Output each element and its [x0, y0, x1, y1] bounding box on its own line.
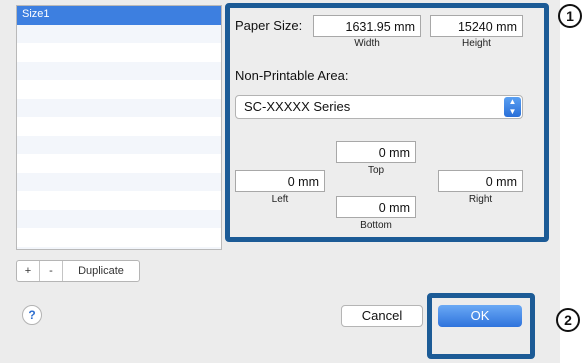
- size-list-item[interactable]: [17, 246, 221, 249]
- bottom-caption: Bottom: [360, 220, 392, 231]
- custom-paper-size-dialog: Size1 + - Duplicate Paper Size: 1631.95 …: [0, 0, 560, 363]
- size-list-item[interactable]: [17, 209, 221, 228]
- size-list-item[interactable]: [17, 80, 221, 99]
- size-list-item[interactable]: [17, 98, 221, 117]
- size-list-item[interactable]: Size1: [17, 6, 221, 25]
- printer-select[interactable]: SC-XXXXX Series ▲ ▼: [235, 95, 523, 119]
- printer-select-value: SC-XXXXX Series: [244, 99, 351, 114]
- callout-2: 2: [556, 308, 580, 332]
- duplicate-button[interactable]: Duplicate: [63, 261, 139, 281]
- help-button[interactable]: ?: [22, 305, 42, 325]
- paper-settings-panel: Paper Size: 1631.95 mm Width 15240 mm He…: [225, 3, 549, 242]
- paper-size-list[interactable]: Size1: [16, 5, 222, 250]
- size-list-item[interactable]: [17, 61, 221, 80]
- bottom-margin-field[interactable]: 0 mm: [336, 196, 416, 218]
- left-margin-field[interactable]: 0 mm: [235, 170, 325, 192]
- size-list-item[interactable]: [17, 117, 221, 136]
- paper-height-field[interactable]: 15240 mm: [430, 15, 523, 37]
- remove-size-button[interactable]: -: [40, 261, 63, 281]
- paper-size-label: Paper Size:: [235, 18, 303, 33]
- cancel-button[interactable]: Cancel: [341, 305, 423, 327]
- left-caption: Left: [271, 194, 289, 205]
- size-list-item[interactable]: [17, 228, 221, 247]
- add-size-button[interactable]: +: [17, 261, 40, 281]
- size-list-item[interactable]: [17, 191, 221, 210]
- height-caption: Height: [462, 38, 491, 49]
- list-button-group: + - Duplicate: [16, 260, 140, 282]
- size-list-item[interactable]: [17, 43, 221, 62]
- top-margin-field[interactable]: 0 mm: [336, 141, 416, 163]
- paper-width-field[interactable]: 1631.95 mm: [313, 15, 421, 37]
- width-caption: Width: [354, 38, 380, 49]
- right-caption: Right: [468, 194, 493, 205]
- non-printable-area-label: Non-Printable Area:: [235, 68, 349, 83]
- top-caption: Top: [367, 165, 385, 176]
- up-down-arrows-icon: ▲ ▼: [504, 97, 521, 117]
- size-list-item[interactable]: [17, 172, 221, 191]
- right-margin-field[interactable]: 0 mm: [438, 170, 523, 192]
- callout-1: 1: [558, 4, 582, 28]
- ok-button[interactable]: OK: [438, 305, 522, 327]
- size-list-item[interactable]: [17, 135, 221, 154]
- size-list-item[interactable]: [17, 154, 221, 173]
- size-list-item[interactable]: [17, 24, 221, 43]
